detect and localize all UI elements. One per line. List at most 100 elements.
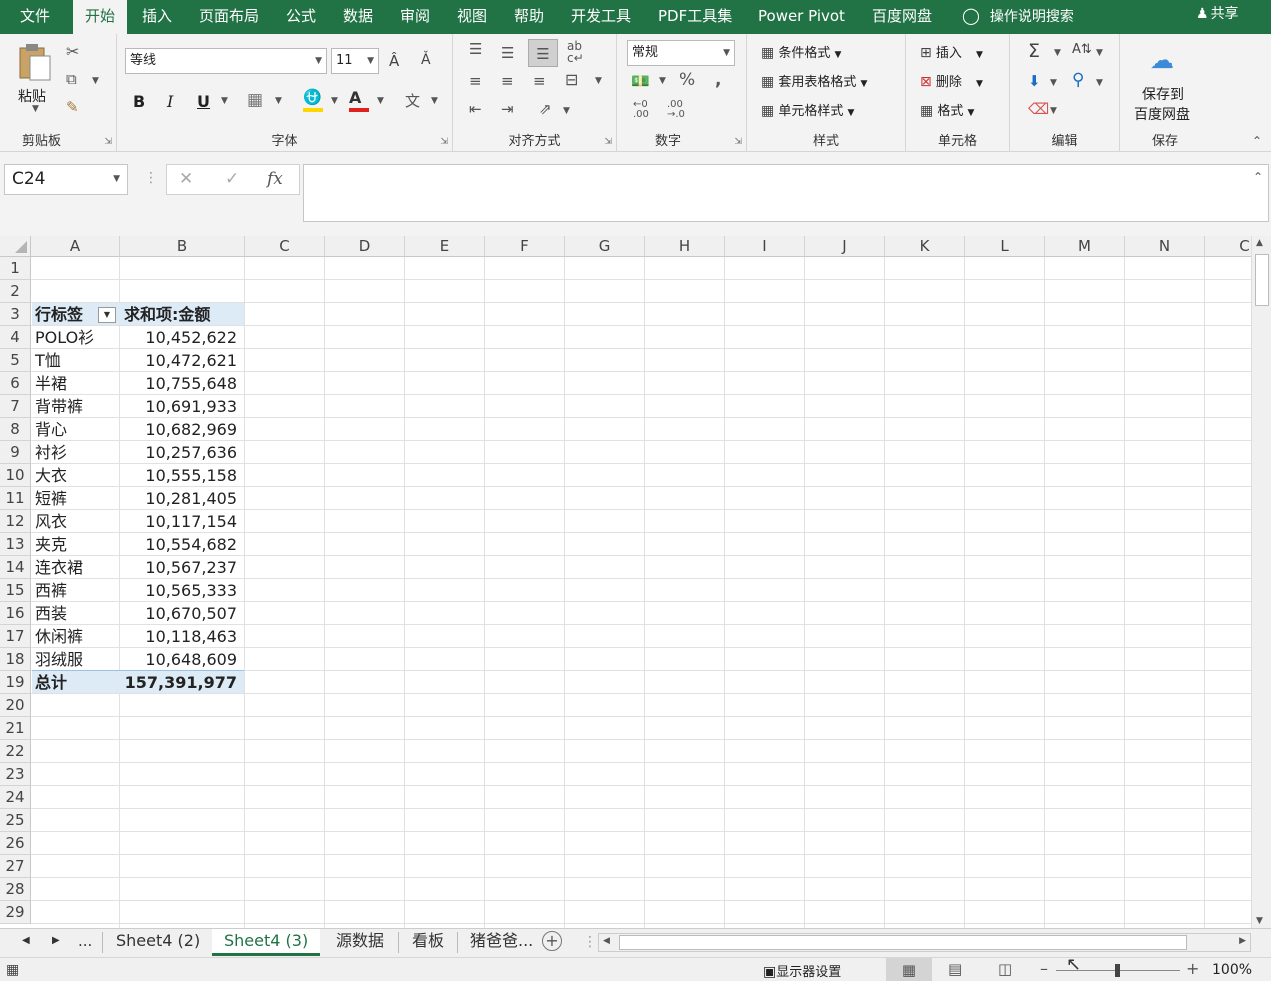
number-format-combo[interactable]: 常规 ▼ (627, 40, 735, 66)
pivot-item-value[interactable]: 10,648,609 (120, 648, 245, 671)
paste-icon[interactable] (16, 42, 56, 82)
pivot-item-value[interactable]: 10,682,969 (120, 418, 245, 441)
page-break-view-icon[interactable]: ◫ (998, 960, 1012, 978)
row-header[interactable]: 9 (0, 441, 31, 464)
phonetic-dropdown-icon[interactable]: ▼ (431, 96, 438, 106)
row-header[interactable]: 22 (0, 740, 31, 763)
autosum-dropdown-icon[interactable]: ▼ (1054, 48, 1061, 58)
tell-me-search[interactable]: ◯ 操作说明搜索 (962, 0, 1074, 34)
fill-dropdown-icon[interactable]: ▼ (1050, 78, 1057, 88)
autosum-icon[interactable]: Σ (1028, 40, 1040, 62)
accounting-format-icon[interactable]: 💵 (631, 72, 650, 90)
enter-check-icon[interactable]: ✓ (225, 169, 239, 189)
sheet-prev-icon[interactable]: ◀ (22, 935, 30, 946)
pivot-item-label[interactable]: POLO衫 (31, 326, 120, 349)
column-header[interactable]: G (565, 236, 645, 257)
zoom-level[interactable]: 100% (1212, 962, 1252, 978)
cancel-icon[interactable]: ✕ (179, 169, 193, 189)
clipboard-launcher-icon[interactable]: ⇲ (104, 137, 112, 147)
comma-style-icon[interactable]: , (715, 70, 721, 90)
pivot-item-label[interactable]: 大衣 (31, 464, 120, 487)
orientation-dropdown-icon[interactable]: ▼ (563, 106, 570, 116)
row-header[interactable]: 26 (0, 832, 31, 855)
percent-icon[interactable]: % (679, 70, 695, 90)
increase-decimal-icon[interactable]: ←0.00 (633, 100, 649, 120)
add-sheet-icon[interactable]: + (542, 931, 562, 951)
italic-button[interactable]: I (167, 92, 173, 111)
align-left-icon[interactable]: ≡ (469, 72, 482, 90)
column-header[interactable]: F (485, 236, 565, 257)
accounting-dropdown-icon[interactable]: ▼ (659, 76, 666, 86)
drag-handle-icon[interactable]: ⋮ (144, 170, 158, 186)
increase-indent-icon[interactable]: ⇥ (501, 100, 514, 118)
row-header[interactable]: 25 (0, 809, 31, 832)
pivot-item-label[interactable]: 背带裤 (31, 395, 120, 418)
align-center-icon[interactable]: ≡ (501, 72, 514, 90)
pivot-item-label[interactable]: 夹克 (31, 533, 120, 556)
tab-developer[interactable]: 开发工具 (571, 0, 631, 34)
increase-font-icon[interactable]: Â (389, 52, 399, 70)
baidu-cloud-icon[interactable]: ☁ (1150, 46, 1174, 74)
sheet-more-button[interactable]: ... (78, 932, 92, 950)
tab-splitter-icon[interactable]: ⋮ (583, 934, 597, 950)
align-middle-icon[interactable]: ☰ (501, 44, 514, 62)
row-header[interactable]: 5 (0, 349, 31, 372)
tab-file[interactable]: 文件 (20, 0, 50, 34)
wrap-text-icon[interactable]: ab c↵ (567, 40, 584, 64)
scroll-left-icon[interactable]: ◀ (603, 936, 610, 946)
clear-eraser-icon[interactable]: ⌫ (1028, 100, 1049, 118)
row-header[interactable]: 27 (0, 855, 31, 878)
row-header[interactable]: 29 (0, 901, 31, 924)
tab-insert[interactable]: 插入 (142, 0, 172, 34)
name-box[interactable]: C24 ▼ (4, 164, 128, 195)
font-launcher-icon[interactable]: ⇲ (440, 137, 448, 147)
pivot-item-value[interactable]: 10,281,405 (120, 487, 245, 510)
row-header[interactable]: 20 (0, 694, 31, 717)
worksheet-grid[interactable]: ABCDEFGHIJKLMNC 1 2 3 4 5 6 7 8 9 10 11 12 13 14 15 16 1… (0, 236, 1271, 928)
expand-formula-icon[interactable]: ⌃ (1253, 170, 1263, 184)
font-size-combo[interactable]: 11 ▼ (331, 48, 379, 74)
pivot-item-label[interactable]: 连衣裙 (31, 556, 120, 579)
vertical-scrollbar[interactable]: ▲ ▼ (1251, 236, 1271, 928)
sheet-tab[interactable]: 看板 (410, 929, 446, 956)
row-header[interactable]: 13 (0, 533, 31, 556)
tab-home[interactable]: 开始 (73, 0, 128, 34)
column-header[interactable]: D (325, 236, 405, 257)
align-right-icon[interactable]: ≡ (533, 72, 546, 90)
row-header[interactable]: 16 (0, 602, 31, 625)
alignment-launcher-icon[interactable]: ⇲ (604, 137, 612, 147)
horizontal-scroll-thumb[interactable] (619, 935, 1187, 950)
align-top-icon[interactable]: ☰ (469, 40, 482, 58)
collapse-ribbon-icon[interactable]: ⌃ (1252, 134, 1262, 148)
column-header[interactable]: L (965, 236, 1045, 257)
row-header[interactable]: 14 (0, 556, 31, 579)
formula-input[interactable] (303, 164, 1269, 222)
paste-dropdown-icon[interactable]: ▼ (32, 104, 39, 114)
select-all-corner[interactable] (0, 236, 31, 257)
sheet-tab[interactable]: 猪爸爸... (468, 929, 536, 956)
copy-dropdown-icon[interactable]: ▼ (92, 76, 99, 86)
row-header[interactable]: 11 (0, 487, 31, 510)
merge-dropdown-icon[interactable]: ▼ (595, 76, 602, 86)
sheet-tab[interactable]: 源数据 (334, 929, 386, 956)
column-header[interactable]: C (245, 236, 325, 257)
find-select-icon[interactable]: ⚲ (1072, 70, 1084, 90)
cell-styles-button[interactable]: ▦ 单元格样式 ▼ (761, 100, 854, 119)
filter-dropdown-button[interactable]: ▼ (98, 307, 116, 323)
find-dropdown-icon[interactable]: ▼ (1096, 78, 1103, 88)
fill-color-icon[interactable]: ⛎ (303, 88, 325, 112)
bold-button[interactable]: B (133, 92, 145, 111)
pivot-item-label[interactable]: 西装 (31, 602, 120, 625)
row-header[interactable]: 8 (0, 418, 31, 441)
tab-page-layout[interactable]: 页面布局 (199, 0, 259, 34)
format-as-table-button[interactable]: ▦ 套用表格格式 ▼ (761, 71, 867, 90)
sort-filter-icon[interactable]: A⇅ (1072, 42, 1092, 57)
pivot-item-label[interactable]: T恤 (31, 349, 120, 372)
insert-cells-button[interactable]: ⊞ 插入 ▼ (920, 42, 983, 61)
zoom-slider-thumb[interactable] (1115, 964, 1120, 977)
column-header[interactable]: A (31, 236, 120, 257)
row-header[interactable]: 18 (0, 648, 31, 671)
pivot-item-label[interactable]: 风衣 (31, 510, 120, 533)
save-to-baidu-line2[interactable]: 百度网盘 (1134, 104, 1190, 124)
pivot-item-label[interactable]: 背心 (31, 418, 120, 441)
